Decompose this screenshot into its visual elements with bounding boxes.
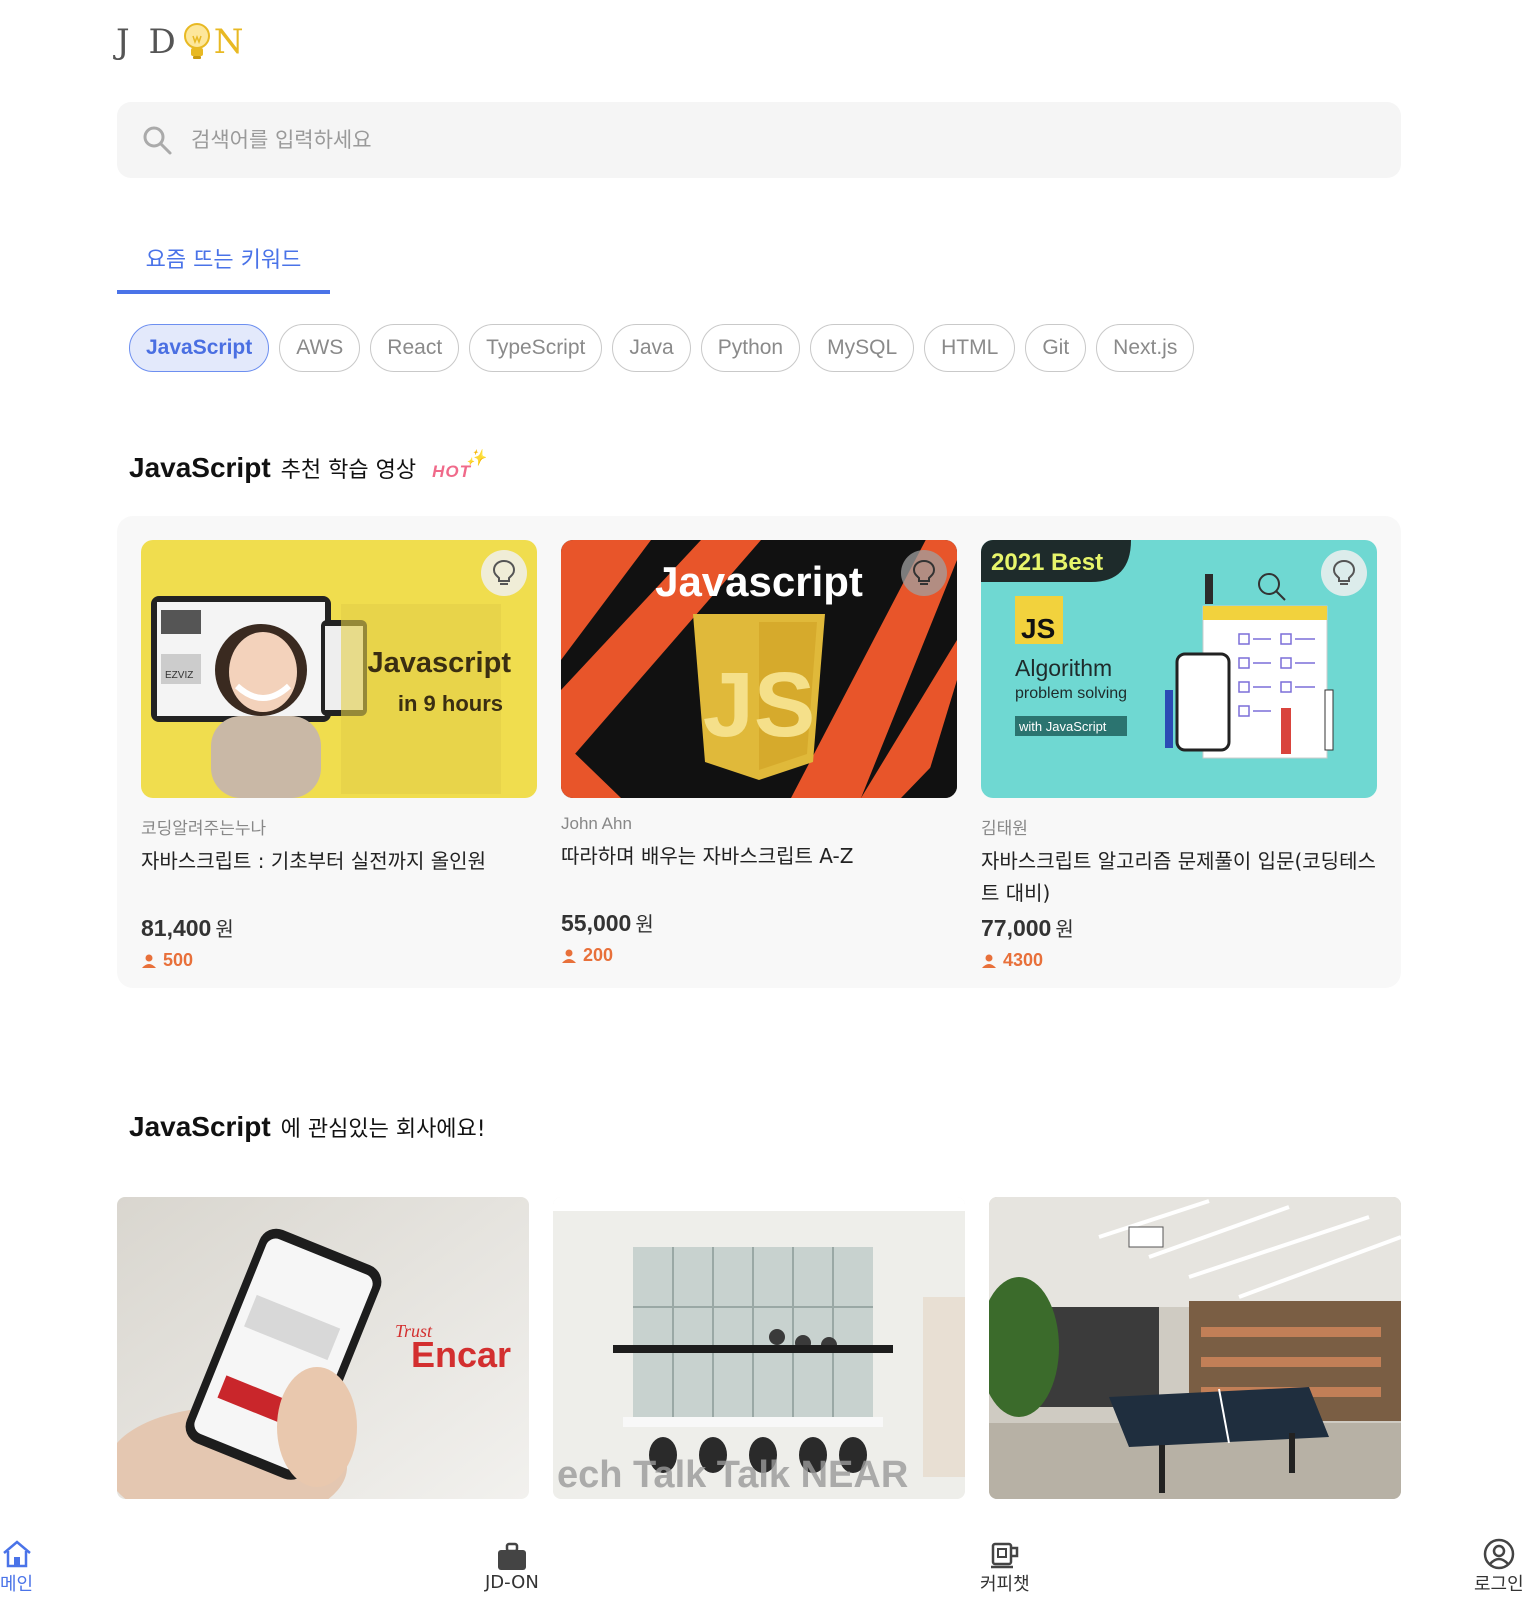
video-card[interactable]: JS Javascript John Ahn 따라하며 배우는 자바스크립트 A… xyxy=(561,540,957,966)
office-overlay-text: ech Talk Talk NEAR xyxy=(557,1454,908,1496)
nav-label: 메인 xyxy=(0,1574,34,1595)
lightbulb-logo-icon xyxy=(183,23,210,59)
search-icon xyxy=(143,126,172,155)
video-title[interactable]: 자바스크립트 : 기초부터 실전까지 올인원 xyxy=(141,845,537,909)
keyword-chip-html[interactable]: HTML xyxy=(924,324,1016,372)
user-circle-icon xyxy=(1483,1538,1515,1570)
search-input[interactable] xyxy=(191,128,1291,152)
thumb-title-line1: Algorithm xyxy=(1015,655,1112,681)
company-list: Trust Encar ech Talk Talk NEAR xyxy=(117,1197,1401,1499)
video-thumbnail[interactable]: EZVIZ Javascript in 9 hours xyxy=(141,540,537,798)
video-title[interactable]: 자바스크립트 알고리즘 문제풀이 입문(코딩테스트 대비) xyxy=(981,845,1377,909)
keyword-chip-react[interactable]: React xyxy=(370,324,460,372)
thumb-js: JS xyxy=(1021,613,1055,644)
nav-label: 로그인 xyxy=(1474,1574,1524,1595)
thumb-title-line1: Javascript xyxy=(655,558,863,605)
keyword-chip-nextjs[interactable]: Next.js xyxy=(1096,324,1195,372)
company-image: Trust Encar xyxy=(117,1197,529,1499)
js-shield-label: JS xyxy=(703,654,816,756)
nav-label: 커피챗 xyxy=(980,1574,1030,1595)
lightbulb-icon xyxy=(1332,559,1356,585)
keyword-chip-aws[interactable]: AWS xyxy=(279,324,361,372)
company-image xyxy=(989,1197,1401,1499)
video-thumbnail[interactable]: 2021 Best JS Algorithm problem solving w… xyxy=(981,540,1377,798)
video-author: 코딩알려주는누나 xyxy=(141,819,267,838)
encar-brand: Encar xyxy=(411,1334,511,1375)
video-author: John Ahn xyxy=(561,814,632,833)
ezviz-label: EZVIZ xyxy=(165,670,193,681)
bookmark-bulb-button[interactable] xyxy=(901,550,947,596)
keyword-chip-java[interactable]: Java xyxy=(612,324,691,372)
logo-text-left: J D xyxy=(116,22,180,62)
thumb-badge: 2021 Best xyxy=(991,549,1103,576)
companies-section-title: JavaScript 에 관심있는 회사에요! xyxy=(129,1111,486,1143)
logo[interactable]: J D N xyxy=(116,22,247,62)
section-keyword: JavaScript xyxy=(129,1111,271,1142)
video-author: 김태원 xyxy=(981,819,1028,838)
home-icon xyxy=(2,1540,31,1568)
keyword-chip-mysql[interactable]: MySQL xyxy=(810,324,915,372)
sparkle-icon: ✨ xyxy=(466,450,487,467)
keyword-chip-python[interactable]: Python xyxy=(700,324,801,372)
video-price: 55,000 원 xyxy=(561,910,654,936)
thumb-title-line2: in 9 hours xyxy=(398,691,503,716)
video-card[interactable]: 2021 Best JS Algorithm problem solving w… xyxy=(981,540,1377,971)
thumb-title-line1: Javascript xyxy=(368,647,512,679)
video-price: 77,000 원 xyxy=(981,915,1074,941)
thumbnail-illustration: 2021 Best JS Algorithm problem solving w… xyxy=(981,540,1377,798)
keyword-chips: JavaScript AWS React TypeScript Java Pyt… xyxy=(129,324,1195,372)
thumb-title-line2: problem solving xyxy=(1015,685,1127,702)
bookmark-bulb-button[interactable] xyxy=(1321,550,1367,596)
keyword-chip-javascript[interactable]: JavaScript xyxy=(129,324,270,372)
student-count: 500 xyxy=(141,950,537,971)
logo-text-right: N xyxy=(213,22,248,62)
section-keyword: JavaScript xyxy=(129,452,271,483)
video-title[interactable]: 따라하며 배우는 자바스크립트 A-Z xyxy=(561,840,957,904)
thumb-title-line3: with JavaScript xyxy=(1018,719,1107,734)
nav-item-main[interactable]: 메인 xyxy=(0,1538,33,1596)
hot-badge: HOT ✨ xyxy=(432,450,487,481)
briefcase-icon xyxy=(497,1542,526,1570)
nav-item-login[interactable]: 로그인 xyxy=(1474,1538,1524,1596)
videos-section-title: JavaScript 추천 학습 영상 HOT ✨ xyxy=(129,450,487,484)
nav-label: JD-ON xyxy=(485,1572,539,1593)
bottom-nav: 메인 JD-ON 커피챗 로그인 xyxy=(0,1538,1524,1610)
video-card[interactable]: EZVIZ Javascript in 9 hours 코딩알려주는누나 자바스… xyxy=(141,540,537,971)
keyword-chip-git[interactable]: Git xyxy=(1025,324,1087,372)
person-icon xyxy=(562,949,576,963)
student-count: 200 xyxy=(561,945,957,966)
student-count: 4300 xyxy=(981,950,1377,971)
company-image: ech Talk Talk NEAR xyxy=(553,1197,965,1499)
lightbulb-icon xyxy=(492,559,516,585)
thumbnail-illustration: JS Javascript xyxy=(561,540,957,798)
keyword-chip-typescript[interactable]: TypeScript xyxy=(469,324,603,372)
recommended-videos-panel: EZVIZ Javascript in 9 hours 코딩알려주는누나 자바스… xyxy=(117,516,1401,988)
section-title-text: 에 관심있는 회사에요! xyxy=(280,1117,486,1142)
company-card-encar[interactable]: Trust Encar xyxy=(117,1197,529,1499)
video-thumbnail[interactable]: JS Javascript xyxy=(561,540,957,798)
lightbulb-icon xyxy=(912,559,936,585)
video-price: 81,400 원 xyxy=(141,915,234,941)
nav-item-coffeechat[interactable]: 커피챗 xyxy=(980,1538,1030,1596)
tab-trending-keywords[interactable]: 요즘 뜨는 키워드 xyxy=(117,236,330,294)
person-icon xyxy=(142,954,156,968)
thumbnail-illustration: EZVIZ Javascript in 9 hours xyxy=(141,540,537,798)
bookmark-bulb-button[interactable] xyxy=(481,550,527,596)
person-icon xyxy=(982,954,996,968)
nav-item-jdon[interactable]: JD-ON xyxy=(485,1542,539,1593)
coffee-cup-icon xyxy=(990,1542,1019,1569)
company-card-office[interactable]: ech Talk Talk NEAR xyxy=(553,1197,965,1499)
section-title-text: 추천 학습 영상 xyxy=(280,458,417,483)
search-bar[interactable] xyxy=(117,102,1401,178)
company-card-lounge[interactable] xyxy=(989,1197,1401,1499)
